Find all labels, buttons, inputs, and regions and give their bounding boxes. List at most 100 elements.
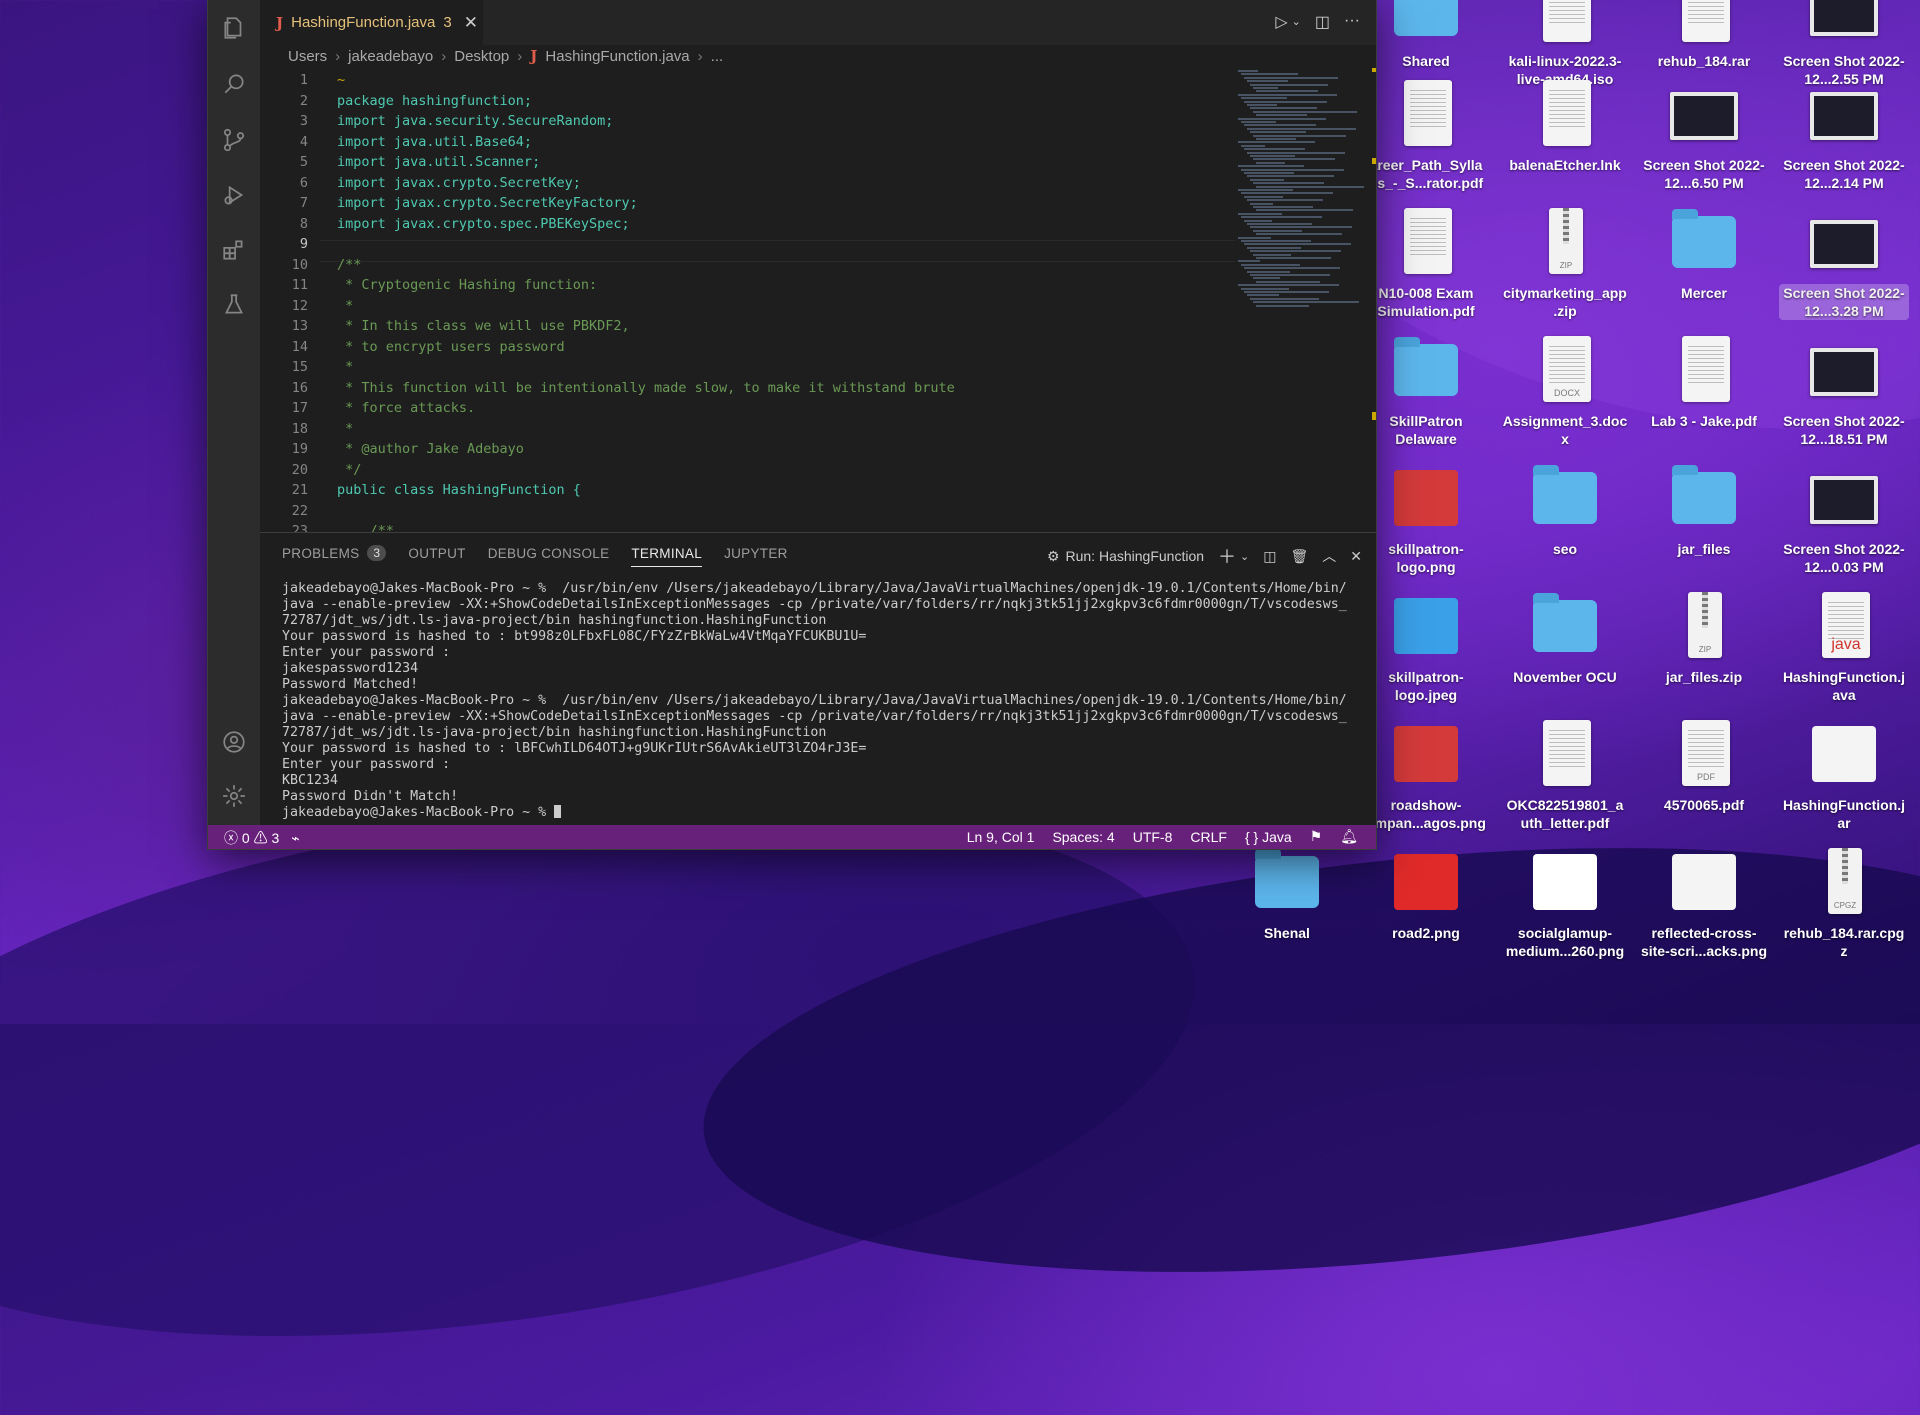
- line-number: 6: [299, 174, 308, 191]
- new-terminal-icon[interactable]: ＋: [1218, 543, 1236, 569]
- minimap-line: [1256, 161, 1285, 164]
- run-icon[interactable]: ▷: [1275, 12, 1287, 32]
- code-editor[interactable]: 1 ~2 package hashingfunction; 3 import java.…: [260, 70, 1235, 532]
- pic-icon: [1390, 846, 1462, 918]
- extensions-icon[interactable]: [220, 236, 248, 264]
- terminal-instance-label[interactable]: Run: HashingFunction: [1066, 548, 1205, 564]
- editor-actions: ▷ ⌄ ◫ ···: [1275, 12, 1360, 32]
- kill-terminal-icon[interactable]: 🗑: [1290, 548, 1308, 565]
- testing-icon[interactable]: [220, 291, 248, 319]
- desktop-icon[interactable]: Screen Shot 2022-12...2.14 PM: [1779, 78, 1909, 192]
- tab-problems[interactable]: PROBLEMS 3: [282, 533, 387, 573]
- language-mode[interactable]: { } Java: [1245, 829, 1292, 845]
- settings-gear-icon[interactable]: [220, 782, 248, 810]
- search-icon[interactable]: [220, 70, 248, 98]
- desktop-icon[interactable]: Mercer: [1639, 206, 1769, 302]
- desktop-icon[interactable]: jar_files: [1639, 462, 1769, 558]
- desktop-icon[interactable]: road2.png: [1361, 846, 1491, 942]
- desktop-icon[interactable]: balenaEtcher.lnk: [1500, 78, 1630, 174]
- code-line: 3 import java.security.SecureRandom;: [260, 111, 1235, 131]
- code-text: * In this class we will use PBKDF2,: [337, 318, 630, 334]
- desktop-icon[interactable]: DOCX Assignment_3.doc x: [1500, 334, 1630, 448]
- terminal-output[interactable]: jakeadebayo@Jakes-MacBook-Pro ~ % /usr/b…: [282, 581, 1366, 821]
- run-debug-icon[interactable]: [220, 181, 248, 209]
- code-line: 23 /**: [260, 521, 1235, 532]
- desktop-icon[interactable]: ZIP jar_files.zip: [1639, 590, 1769, 686]
- minimap-line: [1250, 107, 1317, 110]
- desktop-icon[interactable]: N10-008 Exam Simulation.pdf: [1361, 206, 1491, 320]
- shot-icon: [1808, 462, 1880, 534]
- desktop-icon[interactable]: Screen Shot 2022-12...6.50 PM: [1639, 78, 1769, 192]
- desktop-icon[interactable]: Screen Shot 2022-12...3.28 PM: [1779, 206, 1909, 320]
- desktop-icon[interactable]: HashingFunction.j ar: [1779, 718, 1909, 832]
- live-share-icon[interactable]: ⌁: [291, 830, 299, 847]
- terminal-dropdown-icon[interactable]: ⌄: [1240, 550, 1249, 563]
- desktop-icon[interactable]: SocialGlamUp socialglamup-medium...260.pn…: [1500, 846, 1630, 960]
- minimap-line: [1253, 158, 1335, 161]
- breadcrumb-item[interactable]: Desktop: [454, 48, 509, 65]
- breadcrumb-item[interactable]: jakeadebayo: [348, 48, 433, 65]
- breadcrumb-item[interactable]: HashingFunction.java: [545, 48, 689, 65]
- more-actions-icon[interactable]: ···: [1344, 12, 1360, 32]
- desktop-icon[interactable]: skillpatron-logo.jpeg: [1361, 590, 1491, 704]
- minimap-line: [1244, 172, 1294, 174]
- desktop-icon[interactable]: Lab 3 - Jake.pdf: [1639, 334, 1769, 430]
- notifications-bell-icon[interactable]: 🔔︎: [1340, 828, 1358, 845]
- run-dropdown-icon[interactable]: ⌄: [1292, 15, 1301, 32]
- desktop-icon[interactable]: Shenal: [1222, 846, 1352, 942]
- desktop-icon[interactable]: skillpatron-logo.png: [1361, 462, 1491, 576]
- desktop-icon[interactable]: kali-linux-2022.3-live-amd64.iso: [1500, 0, 1630, 88]
- close-panel-icon[interactable]: ✕: [1350, 548, 1362, 565]
- tab-filename: HashingFunction.java: [291, 14, 436, 31]
- desktop-icon[interactable]: Screen Shot 2022-12...18.51 PM: [1779, 334, 1909, 448]
- desktop-icon-label: skillpatron-logo.jpeg: [1388, 669, 1464, 703]
- desktop-icon[interactable]: Shared: [1361, 0, 1491, 70]
- desktop-icon[interactable]: areer_Path_Sylla us_-_S...rator.pdf: [1361, 78, 1491, 192]
- desktop-icon[interactable]: seo: [1500, 462, 1630, 558]
- minimap[interactable]: [1232, 68, 1376, 420]
- tab-jupyter[interactable]: JUPYTER: [724, 533, 788, 573]
- desktop-icon[interactable]: November OCU: [1500, 590, 1630, 686]
- explorer-icon[interactable]: [220, 14, 248, 42]
- desktop-icon[interactable]: java HashingFunction.j ava: [1779, 590, 1909, 704]
- line-number: 1: [299, 72, 308, 88]
- tab-terminal[interactable]: TERMINAL: [631, 533, 702, 573]
- breadcrumb-item[interactable]: Users: [288, 48, 327, 65]
- pic-icon: [1668, 846, 1740, 918]
- breadcrumb-item[interactable]: ...: [711, 48, 724, 65]
- desktop-icon[interactable]: PDF 4570065.pdf: [1639, 718, 1769, 814]
- desktop-icon-label: jar_files.zip: [1665, 669, 1743, 685]
- desktop-icon[interactable]: SkillPatron Delaware: [1361, 334, 1491, 448]
- tab-output[interactable]: OUTPUT: [408, 533, 465, 573]
- encoding[interactable]: UTF-8: [1133, 829, 1173, 845]
- split-editor-icon[interactable]: ◫: [1315, 12, 1330, 32]
- desktop-icon-label: OKC822519801_a uth_letter.pdf: [1506, 797, 1624, 831]
- language-label: Java: [1262, 828, 1292, 845]
- desktop-icon[interactable]: Screen Shot 2022-12...0.03 PM: [1779, 462, 1909, 576]
- desktop-icon[interactable]: OKC822519801_a uth_letter.pdf: [1500, 718, 1630, 832]
- doc-icon: [1668, 0, 1740, 46]
- desktop-icon[interactable]: roadshow-ompan...agos.png: [1361, 718, 1491, 832]
- tab-debug-console[interactable]: DEBUG CONSOLE: [488, 533, 610, 573]
- minimap-line: [1244, 124, 1316, 127]
- editor-tab[interactable]: J HashingFunction.java 3 ✕: [260, 0, 483, 45]
- close-tab-icon[interactable]: ✕: [464, 13, 478, 33]
- feedback-icon[interactable]: ⚑: [1310, 828, 1323, 845]
- code-line: 13 * In this class we will use PBKDF2,: [260, 316, 1235, 336]
- desktop-icon[interactable]: rehub_184.rar: [1639, 0, 1769, 70]
- image-caption: SocialGlamUp: [1537, 876, 1593, 885]
- account-icon[interactable]: [220, 728, 248, 756]
- cursor-position[interactable]: Ln 9, Col 1: [967, 829, 1035, 845]
- desktop-icon[interactable]: CPGZ rehub_184.rar.cpg z: [1779, 846, 1909, 960]
- desktop-icon[interactable]: Screen Shot 2022-12...2.55 PM: [1779, 0, 1909, 88]
- line-number: 15: [291, 359, 308, 375]
- desktop-icon[interactable]: reflected-cross-site-scri...acks.png: [1639, 846, 1769, 960]
- source-control-icon[interactable]: [220, 126, 248, 154]
- indentation[interactable]: Spaces: 4: [1052, 829, 1114, 845]
- code-line: 11 * Cryptogenic Hashing function:: [260, 275, 1235, 295]
- problems-status[interactable]: ⓧ 0 ⚠ 3: [224, 828, 279, 848]
- split-terminal-icon[interactable]: ◫: [1263, 548, 1276, 565]
- line-ending[interactable]: CRLF: [1190, 829, 1227, 845]
- maximize-panel-icon[interactable]: ︿: [1322, 546, 1336, 566]
- desktop-icon[interactable]: ZIP citymarketing_app .zip: [1500, 206, 1630, 320]
